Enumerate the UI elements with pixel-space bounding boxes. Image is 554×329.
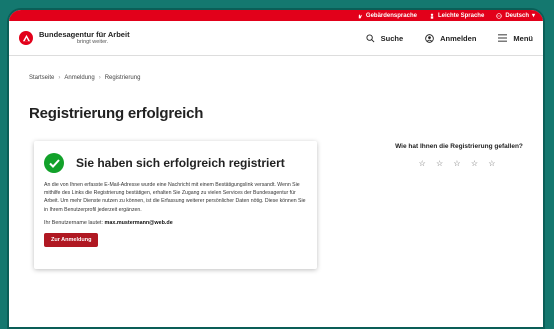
ba-logo-icon — [19, 31, 33, 45]
username-value: max.mustermann@web.de — [104, 219, 173, 226]
search-label: Suche — [380, 33, 404, 43]
login-button[interactable]: Anmelden — [425, 34, 476, 43]
chevron-right-icon: › — [58, 75, 61, 81]
star-icon[interactable]: ☆ — [419, 159, 430, 168]
browser-frame: Gebärdensprache Leichte Sprache Deutsch … — [7, 8, 545, 329]
search-icon — [366, 33, 375, 42]
breadcrumb-home[interactable]: Startseite — [29, 75, 54, 81]
feedback-section: Wie hat Ihnen die Registrierung gefallen… — [379, 143, 539, 168]
logo-title: Bundesagentur für Arbeit — [39, 29, 130, 39]
star-icon[interactable]: ☆ — [436, 159, 447, 168]
sign-language-link[interactable]: Gebärdensprache — [357, 13, 417, 19]
sign-language-label: Gebärdensprache — [365, 12, 417, 19]
utility-bar: Gebärdensprache Leichte Sprache Deutsch … — [9, 10, 543, 21]
star-icon[interactable]: ☆ — [453, 159, 464, 168]
page-title: Registrierung erfolgreich — [29, 105, 204, 122]
menu-button[interactable]: Menü — [498, 34, 533, 43]
to-login-button[interactable]: Zur Anmeldung — [44, 232, 99, 247]
hamburger-icon — [498, 34, 508, 42]
header-nav: Suche Anmelden Menü — [366, 34, 533, 43]
search-button[interactable]: Suche — [366, 33, 404, 43]
star-icon[interactable]: ☆ — [471, 159, 482, 168]
breadcrumb-registration: Registrierung — [104, 75, 141, 81]
username-label: Ihr Benutzername lautet: — [44, 219, 104, 226]
success-title: Sie haben sich erfolgreich registriert — [76, 156, 285, 170]
language-selector[interactable]: Deutsch ▾ — [496, 12, 535, 19]
chevron-down-icon: ▾ — [531, 13, 535, 19]
username-line: Ihr Benutzername lautet: max.mustermann@… — [44, 220, 307, 226]
success-message: An die von Ihnen erfasste E-Mail-Adresse… — [44, 182, 306, 213]
login-label: Anmelden — [440, 33, 477, 43]
logo[interactable]: Bundesagentur für Arbeit bringt weiter. — [19, 29, 130, 46]
star-rating: ☆ ☆ ☆ ☆ ☆ — [379, 159, 539, 168]
easy-language-label: Leichte Sprache — [437, 12, 485, 19]
checkmark-icon — [44, 153, 64, 173]
star-icon[interactable]: ☆ — [488, 159, 499, 168]
site-header: Bundesagentur für Arbeit bringt weiter. … — [9, 21, 543, 56]
globe-icon — [496, 12, 503, 19]
user-icon — [425, 33, 434, 43]
success-card: Sie haben sich erfolgreich registriert A… — [34, 141, 317, 269]
easy-language-link[interactable]: Leichte Sprache — [429, 13, 484, 19]
logo-tagline: bringt weiter. — [77, 39, 109, 46]
menu-label: Menü — [513, 33, 533, 43]
language-label: Deutsch — [505, 12, 529, 19]
person-icon — [430, 13, 434, 19]
breadcrumb-login[interactable]: Anmeldung — [64, 75, 94, 81]
feedback-title: Wie hat Ihnen die Registrierung gefallen… — [395, 143, 523, 150]
hand-icon — [358, 13, 362, 18]
breadcrumb: Startseite › Anmeldung › Registrierung — [9, 75, 543, 81]
chevron-right-icon: › — [98, 75, 101, 81]
